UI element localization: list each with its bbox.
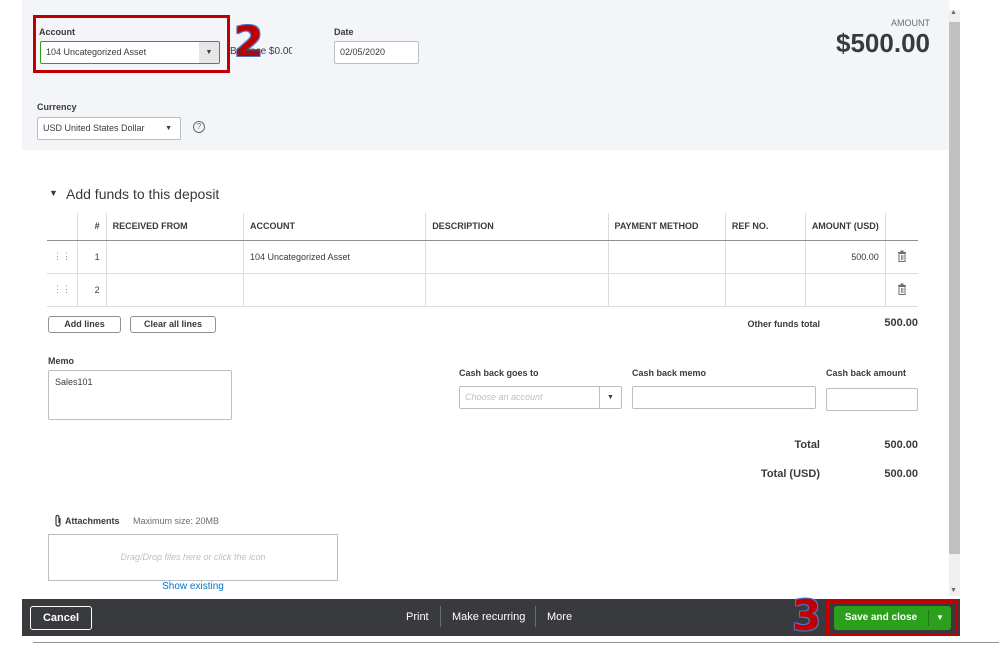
drag-handle-icon[interactable]: ⋮⋮ <box>47 240 78 274</box>
currency-select[interactable]: USD United States Dollar ▼ <box>37 117 181 140</box>
footer-divider <box>440 606 441 627</box>
attachments-max-size: Maximum size: 20MB <box>133 516 220 526</box>
cash-back-amount-field[interactable] <box>826 388 918 411</box>
col-delete <box>885 213 918 241</box>
help-icon[interactable]: ? <box>193 121 205 133</box>
row-number: 2 <box>77 273 107 307</box>
amount-cell[interactable]: 500.00 <box>805 240 886 274</box>
received-from-cell[interactable] <box>106 273 244 307</box>
cancel-button[interactable]: Cancel <box>30 606 92 630</box>
ref-no-cell[interactable] <box>725 240 806 274</box>
other-funds-value: 500.00 <box>884 317 918 329</box>
balance-text: Balance $0.00 <box>230 46 292 57</box>
date-label: Date <box>334 27 354 37</box>
bottom-divider <box>33 642 999 643</box>
lines-table: # RECEIVED FROM ACCOUNT DESCRIPTION PAYM… <box>47 213 918 307</box>
col-description: DESCRIPTION <box>425 213 609 241</box>
section-title: Add funds to this deposit <box>66 186 220 202</box>
collapse-triangle-icon[interactable]: ▼ <box>49 188 58 198</box>
cash-back-amount-label: Cash back amount <box>826 368 907 378</box>
total-value: 500.00 <box>884 439 918 451</box>
trash-icon[interactable] <box>885 273 918 307</box>
col-ref-no: REF NO. <box>725 213 806 241</box>
save-and-close-button[interactable]: Save and close ▼ <box>834 606 951 630</box>
col-amount: AMOUNT (USD) <box>805 213 886 241</box>
account-select-value: 104 Uncategorized Asset <box>46 47 147 57</box>
cash-back-memo-field[interactable] <box>632 386 816 409</box>
total-usd-value: 500.00 <box>884 468 918 480</box>
paperclip-icon[interactable] <box>53 514 63 528</box>
chevron-down-icon[interactable]: ▼ <box>599 387 621 408</box>
make-recurring-link[interactable]: Make recurring <box>452 611 525 623</box>
scroll-up-icon[interactable]: ▲ <box>950 9 957 16</box>
date-field[interactable]: 02/05/2020 <box>334 41 419 64</box>
table-row[interactable]: ⋮⋮ 2 <box>47 273 918 307</box>
description-cell[interactable] <box>425 273 609 307</box>
chevron-down-icon[interactable]: ▼ <box>929 606 951 630</box>
cash-back-goes-to-label: Cash back goes to <box>459 368 539 378</box>
scroll-down-icon[interactable]: ▼ <box>950 587 957 594</box>
chevron-down-icon: ▼ <box>165 125 172 132</box>
clear-all-lines-button[interactable]: Clear all lines <box>130 316 216 333</box>
col-account: ACCOUNT <box>243 213 427 241</box>
cash-back-account-placeholder: Choose an account <box>465 392 543 402</box>
description-cell[interactable] <box>425 240 609 274</box>
attachments-dropzone[interactable]: Drag/Drop files here or click the icon <box>48 534 338 581</box>
amount-value: $500.00 <box>836 28 930 58</box>
account-cell[interactable] <box>243 273 427 307</box>
annotation-step-3: 3 <box>792 591 822 640</box>
payment-method-cell[interactable] <box>608 273 726 307</box>
attachments-label: Attachments <box>65 516 120 526</box>
payment-method-cell[interactable] <box>608 240 726 274</box>
currency-label: Currency <box>37 102 77 112</box>
drag-handle-icon[interactable]: ⋮⋮ <box>47 273 78 307</box>
amount-cell[interactable] <box>805 273 886 307</box>
show-existing-link[interactable]: Show existing <box>48 581 338 592</box>
scrollbar-thumb[interactable] <box>949 22 960 554</box>
row-number: 1 <box>77 240 107 274</box>
more-link[interactable]: More <box>547 611 572 623</box>
table-row[interactable]: ⋮⋮ 1 104 Uncategorized Asset 500.00 <box>47 240 918 274</box>
footer-divider <box>535 606 536 627</box>
add-lines-button[interactable]: Add lines <box>48 316 121 333</box>
ref-no-cell[interactable] <box>725 273 806 307</box>
account-select[interactable]: 104 Uncategorized Asset ▼ <box>40 41 220 64</box>
print-link[interactable]: Print <box>406 611 429 623</box>
total-usd-label: Total (USD) <box>760 468 820 480</box>
memo-label: Memo <box>48 356 75 366</box>
col-number: # <box>77 213 107 241</box>
memo-field[interactable]: Sales101 <box>48 370 232 420</box>
col-payment-method: PAYMENT METHOD <box>608 213 726 241</box>
chevron-down-icon[interactable]: ▼ <box>199 42 219 63</box>
save-and-close-label: Save and close <box>844 612 918 623</box>
col-received-from: RECEIVED FROM <box>106 213 244 241</box>
total-label: Total <box>794 439 820 451</box>
account-cell[interactable]: 104 Uncategorized Asset <box>243 240 427 274</box>
col-drag <box>47 213 78 241</box>
currency-select-value: USD United States Dollar <box>43 123 145 133</box>
amount-label: AMOUNT <box>891 18 930 28</box>
cash-back-account-select[interactable]: Choose an account ▼ <box>459 386 622 409</box>
received-from-cell[interactable] <box>106 240 244 274</box>
cash-back-memo-label: Cash back memo <box>632 368 707 378</box>
trash-icon[interactable] <box>885 240 918 274</box>
other-funds-label: Other funds total <box>747 319 821 329</box>
